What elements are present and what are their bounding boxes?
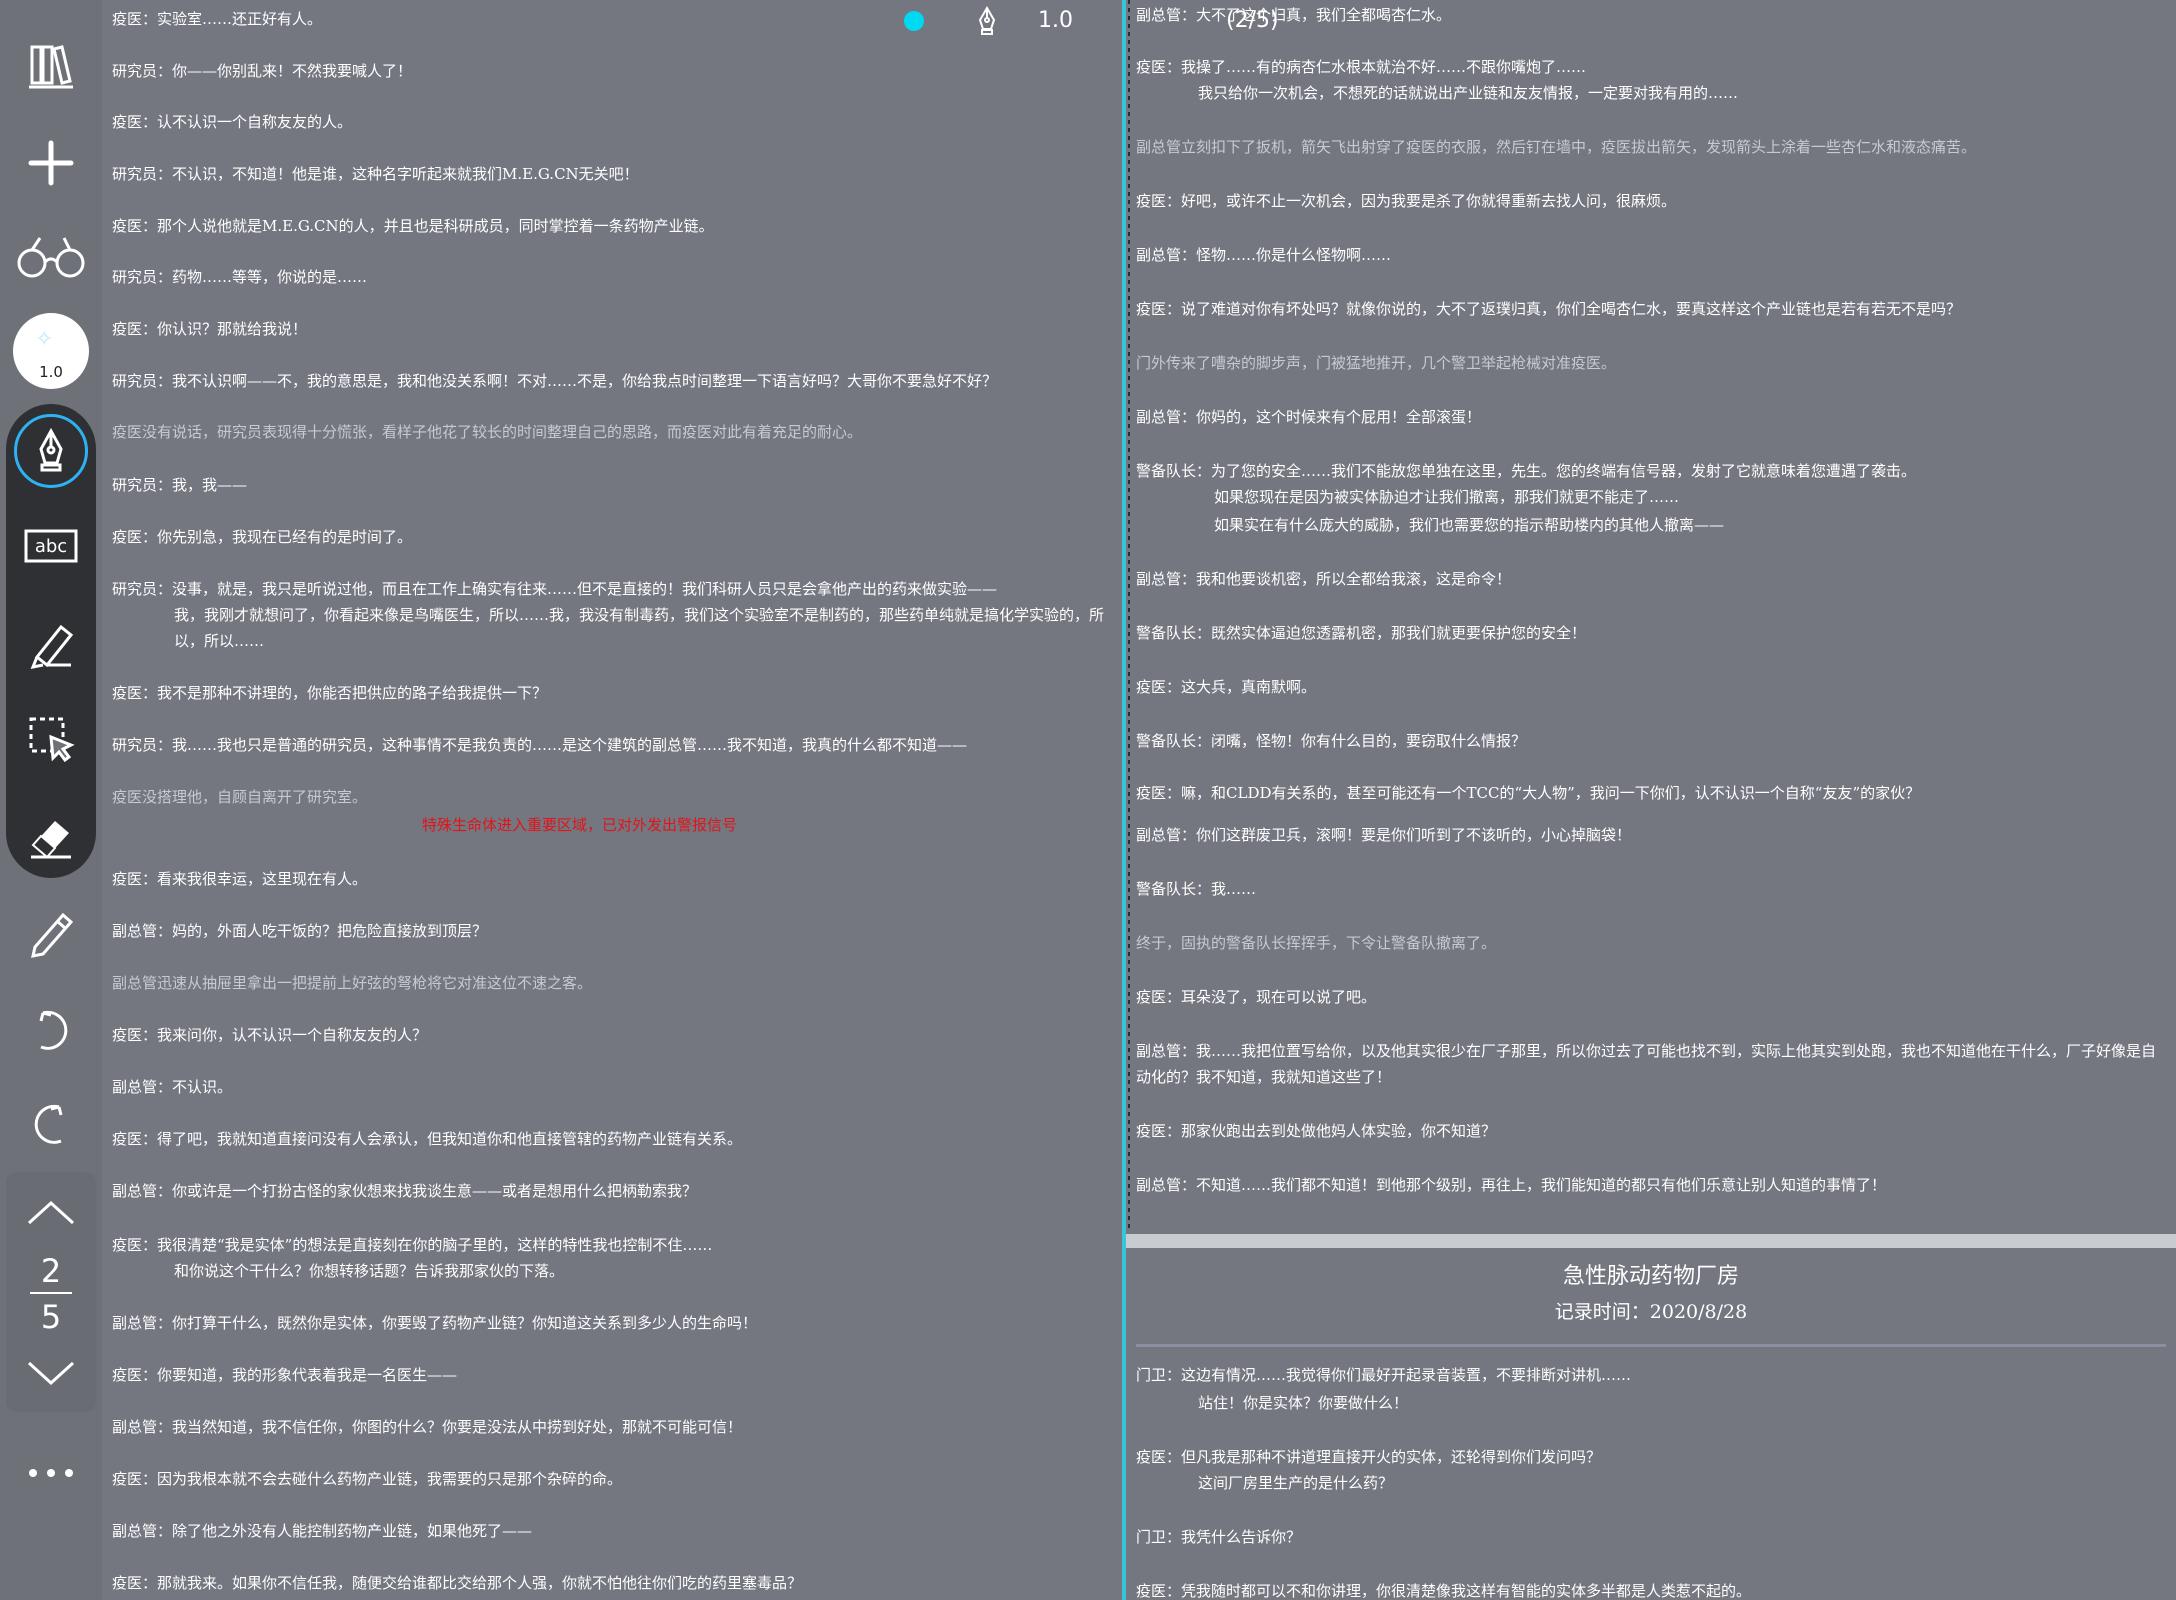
narration-line: 终于，固执的警备队长挥挥手，下令让警备队撤离了。 (1136, 934, 1497, 952)
dialogue-continuation: 我，我刚才就想问了，你看起来像是鸟嘴医生，所以……我，我没有制毒药，我们这个实验… (174, 606, 1105, 650)
dialogue-line: 疫医：你先别急，我现在已经有的是时间了。 (112, 528, 413, 546)
document-title: 急性脉动药物厂房 (1562, 1264, 1739, 1289)
dialogue-continuation: 如果您现在是因为被实体胁迫才让我们撤离，那我们就更不能走了…… (1214, 488, 1680, 506)
document-separator (1126, 1234, 2176, 1248)
dialogue-line: 疫医：我很清楚“我是实体”的想法是直接刻在你的脑子里的，这样的特性我也控制不住…… (112, 1236, 713, 1254)
dialogue-line: 副总管：不认识。 (112, 1078, 233, 1096)
dialogue-line: 疫医：你认识？那就给我说！ (112, 320, 308, 338)
narration-line: 副总管立刻扣下了扳机，箭矢飞出射穿了疫医的衣服，然后钉在墙中，疫医拔出箭矢，发现… (1136, 138, 1977, 156)
dialogue-line: 疫医：实验室……还正好有人。 (112, 10, 323, 28)
page-number-divider (30, 1292, 72, 1294)
dialogue-line: 副总管：你或许是一个打扮古怪的家伙想来找我谈生意——或者是想用什么把柄勒索我？ (112, 1182, 698, 1200)
brush-size-button[interactable]: ✧ 1.0 (13, 313, 89, 389)
dialogue-line: 疫医：嘛，和CLDD有关系的，甚至可能还有一个TCC的“大人物”，我问一下你们，… (1136, 784, 1921, 802)
text-tool-icon[interactable]: abc (0, 502, 102, 592)
dialogue-line: 研究员：我……我也只是普通的研究员，这种事情不是我负责的……是这个建筑的副总管…… (112, 736, 968, 754)
dialogue-continuation: 如果实在有什么庞大的威胁，我们也需要您的指示帮助楼内的其他人撤离—— (1214, 516, 1725, 534)
dialogue-line: 门卫：这边有情况……我觉得你们最好开起录音装置，不要排断对讲机…… (1136, 1366, 1632, 1384)
document-date: 记录时间：2020/8/28 (1554, 1301, 1748, 1323)
pen-color-indicator[interactable] (904, 11, 924, 31)
pen-icon[interactable] (0, 406, 102, 496)
dialogue-continuation: 我只给你一次机会，不想死的话就说出产业链和友友情报，一定要对我有用的…… (1198, 84, 1739, 102)
dialogue-line: 疫医：认不认识一个自称友友的人。 (112, 113, 353, 131)
narration-line: 门外传来了嘈杂的脚步声，门被猛地推开，几个警卫举起枪械对准疫医。 (1136, 354, 1617, 372)
dialogue-continuation: 站住！你是实体？你要做什么！ (1198, 1394, 1409, 1412)
dialogue-line: 疫医：好吧，或许不止一次机会，因为我要是杀了你就得重新去找人问，很麻烦。 (1136, 192, 1677, 210)
dialogue-line: 研究员：我不认识啊——不，我的意思是，我和他没关系啊！不对……不是，你给我点时间… (112, 372, 998, 390)
dialogue-line: 疫医：我操了……有的病杏仁水根本就治不好……不跟你嘴炮了…… (1136, 58, 1587, 76)
dialogue-line: 疫医：耳朵没了，现在可以说了吧。 (1136, 988, 1377, 1006)
page-indicator: (2/5) (1226, 8, 1279, 33)
dialogue-line: 副总管：不知道……我们都不知道！到他那个级别，再往上，我们能知道的都只有他们乐意… (1136, 1176, 1887, 1194)
dialogue-line: 副总管：大不了这个归真，我们全都喝杏仁水。 (1136, 6, 1452, 24)
toolbar: ✧ 1.0 abc 2 5 (0, 0, 102, 1600)
pen-width-label: 1.0 (1038, 8, 1073, 33)
left-page[interactable]: 疫医：实验室……还正好有人。 研究员：你——你别乱来！不然我要喊人了！ 疫医：认… (102, 0, 1122, 1600)
dialogue-line: 副总管：除了他之外没有人能控制药物产业链，如果他死了—— (112, 1522, 533, 1540)
more-icon[interactable] (0, 1416, 102, 1506)
alert-message: 特殊生命体进入重要区域，已对外发出警报信号 (422, 816, 738, 834)
dialogue-continuation: 和你说这个干什么？你想转移话题？告诉我那家伙的下落。 (174, 1262, 565, 1280)
redo-icon[interactable] (0, 1078, 102, 1168)
eraser-icon[interactable] (0, 790, 102, 880)
right-page[interactable]: 副总管：大不了这个归真，我们全都喝杏仁水。 疫医：我操了……有的病杏仁水根本就治… (1126, 0, 2176, 1600)
pen-icon[interactable] (974, 6, 1000, 36)
dialogue-line: 警备队长：既然实体逼迫您透露机密，那我们就更要保护您的安全！ (1136, 624, 1587, 642)
library-icon[interactable] (0, 20, 102, 110)
dialogue-line: 研究员：药物……等等，你说的是…… (112, 268, 368, 286)
dialogue-line: 疫医：我不是那种不讲理的，你能否把供应的路子给我提供一下？ (112, 684, 548, 702)
lasso-select-icon[interactable] (0, 694, 102, 784)
svg-text:abc: abc (35, 536, 67, 557)
narration-line: 副总管迅速从抽屉里拿出一把提前上好弦的弩枪将它对准这位不速之客。 (112, 974, 593, 992)
dialogue-line: 疫医：看来我很幸运，这里现在有人。 (112, 870, 368, 888)
dialogue-line: 研究员：我，我—— (112, 476, 248, 494)
dialogue-line: 疫医：我来问你，认不认识一个自称友友的人？ (112, 1026, 428, 1044)
dialogue-line: 副总管：你妈的，这个时候来有个屁用！全部滚蛋！ (1136, 408, 1482, 426)
dialogue-line: 副总管：我和他要谈机密，所以全都给我滚，这是命令！ (1136, 570, 1512, 588)
dialogue-line: 疫医：这大兵，真南默啊。 (1136, 678, 1317, 696)
dialogue-line: 疫医：凭我随时都可以不和你讲理，你很清楚像我这样有智能的实体多半都是人类惹不起的… (1136, 1582, 1752, 1600)
brush-size-label: 1.0 (39, 363, 63, 381)
dialogue-line: 警备队长：闭嘴，怪物！你有什么目的，要窃取什么情报？ (1136, 732, 1527, 750)
dialogue-line: 副总管：我当然知道，我不信任你，你图的什么？你要是没法从中捞到好处，那就不可能可… (112, 1418, 743, 1436)
dialogue-line: 副总管：妈的，外面人吃干饭的？把危险直接放到顶层？ (112, 922, 488, 940)
dialogue-line: 警备队长：为了您的安全……我们不能放您单独在这里，先生。您的终端有信号器，发射了… (1136, 462, 1917, 480)
pencil-icon[interactable] (0, 886, 102, 976)
dialogue-line: 疫医：你要知道，我的形象代表着我是一名医生—— (112, 1366, 458, 1384)
page-up-icon[interactable] (0, 1168, 102, 1258)
dialogue-line: 研究员：没事，就是，我只是听说过他，而且在工作上确实有往来……但不是直接的！我们… (112, 580, 998, 598)
dialogue-line: 副总管：你们这群废卫兵，滚啊！要是你们听到了不该听的，小心掉脑袋！ (1136, 826, 1632, 844)
dialogue-line: 门卫：我凭什么告诉你？ (1136, 1528, 1302, 1546)
dialogue-line: 警备队长：我…… (1136, 880, 1257, 898)
dialogue-line: 疫医：那就我来。如果你不信任我，随便交给谁都比交给那个人强，你就不怕他往你们吃的… (112, 1574, 803, 1592)
dialogue-continuation: 这间厂房里生产的是什么药？ (1198, 1474, 1394, 1492)
dialogue-line: 副总管：我……我把位置写给你，以及他其实很少在厂子那里，所以你过去了可能也找不到… (1136, 1042, 2157, 1086)
add-icon[interactable] (0, 118, 102, 208)
dialogue-line: 研究员：你——你别乱来！不然我要喊人了！ (112, 62, 413, 80)
dialogue-line: 疫医：说了难道对你有坏处吗？就像你说的，大不了返璞归真，你们全喝杏仁水，要真这样… (1136, 300, 1962, 318)
dialogue-line: 疫医：得了吧，我就知道直接问没有人会承认，但我知道你和他直接管辖的药物产业链有关… (112, 1130, 743, 1148)
highlighter-icon[interactable] (0, 598, 102, 688)
current-page-number: 2 (40, 1252, 62, 1290)
dialogue-line: 疫医：因为我根本就不会去碰什么药物产业链，我需要的只是那个杂碎的命。 (112, 1470, 623, 1488)
dialogue-line: 疫医：那家伙跑出去到处做他妈人体实验，你不知道？ (1136, 1122, 1497, 1140)
undo-icon[interactable] (0, 984, 102, 1074)
reading-glasses-icon[interactable] (0, 212, 102, 302)
narration-line: 疫医没搭理他，自顾自离开了研究室。 (112, 788, 368, 806)
dialogue-line: 副总管：怪物……你是什么怪物啊…… (1136, 246, 1392, 264)
dialogue-line: 疫医：但凡我是那种不讲道理直接开火的实体，还轮得到你们发问吗？ (1136, 1448, 1602, 1466)
brush-preview-icon: ✧ (35, 327, 54, 352)
dialogue-line: 疫医：那个人说他就是M.E.G.CN的人，并且也是科研成员，同时掌控着一条药物产… (112, 217, 714, 235)
dialogue-line: 研究员：不认识，不知道！他是谁，这种名字听起来就我们M.E.G.CN无关吧！ (112, 165, 639, 183)
title-underline (1136, 1344, 2166, 1347)
dialogue-line: 副总管：你打算干什么，既然你是实体，你要毁了药物产业链？你知道这关系到多少人的生… (112, 1314, 758, 1332)
page-down-icon[interactable] (0, 1328, 102, 1418)
narration-line: 疫医没有说话，研究员表现得十分慌张，看样子他花了较长的时间整理自己的思路，而疫医… (112, 423, 863, 441)
